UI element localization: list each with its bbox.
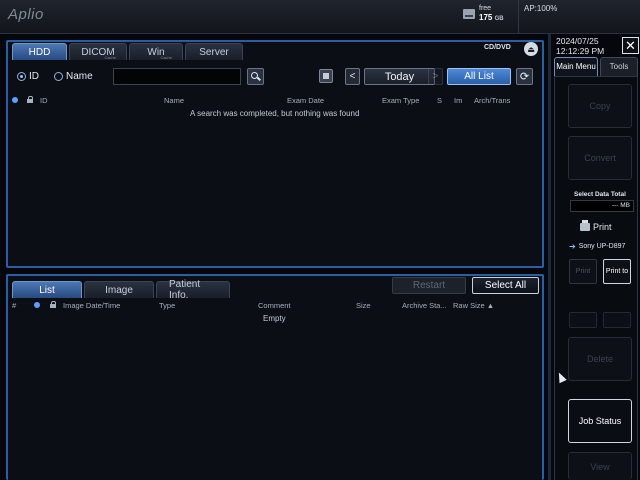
- stop-icon: [323, 73, 329, 79]
- col-id[interactable]: ID: [40, 96, 48, 105]
- refresh-icon: ⟳: [519, 71, 530, 83]
- col-exam-date[interactable]: Exam Date: [287, 96, 324, 105]
- eject-icon[interactable]: ⏏: [524, 42, 538, 56]
- col-raw-size[interactable]: Raw Size ▲: [453, 301, 494, 310]
- printer-device[interactable]: ➔ Sony UP-D897: [569, 242, 625, 251]
- col-image-date-time[interactable]: Image Date/Time: [63, 301, 120, 310]
- top-bar: Aplio free 175 GB AP:100%: [0, 0, 640, 34]
- list-tabs: List Image Patient Info.: [12, 279, 232, 301]
- col-arch-trans[interactable]: Arch/Trans: [474, 96, 510, 105]
- search-button[interactable]: [247, 68, 264, 85]
- all-list-button[interactable]: All List: [447, 68, 511, 85]
- date-text: 2024/07/25: [556, 36, 599, 46]
- tab-win[interactable]: Win Cache: [129, 43, 183, 60]
- status-dot-icon: [34, 302, 40, 308]
- tab-dicom[interactable]: DICOM Cache: [69, 43, 127, 60]
- close-icon: ✕: [625, 37, 636, 53]
- patient-table-header: ID Name Exam Date Exam Type S Im Arch/Tr…: [12, 95, 540, 106]
- view-button[interactable]: View: [568, 452, 632, 480]
- side-separator: [548, 34, 551, 480]
- select-all-button[interactable]: Select All: [472, 277, 539, 294]
- image-table-header: # Image Date/Time Type Comment Size Arch…: [12, 300, 540, 311]
- next-date-button[interactable]: >: [428, 68, 443, 85]
- tab-server[interactable]: Server: [185, 43, 243, 60]
- radio-selected-icon: [17, 72, 26, 81]
- col-size[interactable]: Size: [356, 301, 371, 310]
- col-comment[interactable]: Comment: [258, 301, 291, 310]
- select-data-total-value: --- MB: [570, 200, 634, 212]
- brand-logo: Aplio: [8, 6, 44, 23]
- search-icon: [251, 72, 258, 79]
- storage-indicator: free 175 GB: [463, 4, 504, 24]
- source-tabs: HDD DICOM Cache Win Cache Server: [12, 43, 245, 60]
- radio-unselected-icon: [54, 72, 63, 81]
- lock-icon: [27, 96, 33, 103]
- col-im[interactable]: Im: [454, 96, 462, 105]
- small-action-button-1[interactable]: [569, 312, 597, 328]
- search-row: ID Name < Today > All List ⟳: [12, 67, 536, 87]
- col-number[interactable]: #: [12, 301, 16, 310]
- tab-hdd[interactable]: HDD: [12, 43, 67, 60]
- hard-drive-icon: [463, 9, 475, 19]
- small-action-button-2[interactable]: [603, 312, 631, 328]
- ap-indicator: AP:100%: [524, 4, 558, 13]
- top-divider: [518, 0, 519, 34]
- convert-button[interactable]: Convert: [568, 136, 632, 180]
- print-to-button[interactable]: Print to: [603, 259, 631, 284]
- search-result-message: A search was completed, but nothing was …: [190, 109, 360, 118]
- cd-dvd-label: CD/DVD: [484, 44, 511, 51]
- print-button[interactable]: Print: [569, 259, 597, 284]
- empty-message: Empty: [263, 314, 286, 323]
- job-status-button[interactable]: Job Status: [568, 399, 632, 443]
- stop-button[interactable]: [319, 69, 333, 83]
- today-button[interactable]: Today: [364, 68, 435, 85]
- prev-date-button[interactable]: <: [345, 68, 360, 85]
- delete-button[interactable]: Delete: [568, 337, 632, 381]
- time-text: 12:12:29 PM: [556, 46, 605, 56]
- col-type[interactable]: Type: [159, 301, 175, 310]
- col-exam-type[interactable]: Exam Type: [382, 96, 419, 105]
- print-label: Print: [580, 220, 612, 232]
- col-archive-status[interactable]: Archive Sta...: [402, 301, 447, 310]
- tab-patient-info[interactable]: Patient Info.: [156, 279, 230, 301]
- lock-icon: [50, 301, 56, 308]
- tab-main-menu[interactable]: Main Menu: [554, 57, 598, 76]
- storage-value: 175 GB: [479, 13, 504, 22]
- arrow-right-icon: ➔: [569, 242, 576, 251]
- search-input[interactable]: [113, 68, 241, 85]
- radio-name[interactable]: Name: [54, 71, 93, 82]
- printer-icon: [580, 220, 590, 231]
- copy-button[interactable]: Copy: [568, 84, 632, 128]
- col-name[interactable]: Name: [164, 96, 184, 105]
- col-s[interactable]: S: [437, 96, 442, 105]
- radio-id[interactable]: ID: [17, 71, 39, 82]
- tab-tools[interactable]: Tools: [600, 57, 638, 76]
- storage-label: free: [479, 5, 492, 12]
- tab-list[interactable]: List: [12, 281, 82, 298]
- tab-image[interactable]: Image: [84, 281, 154, 298]
- refresh-button[interactable]: ⟳: [516, 68, 533, 85]
- restart-button[interactable]: Restart: [392, 277, 466, 294]
- select-data-total-label: Select Data Total: [574, 191, 626, 198]
- status-dot-icon: [12, 97, 18, 103]
- close-button[interactable]: ✕: [622, 37, 639, 54]
- date-time: 2024/07/25 12:12:29 PM: [556, 36, 604, 56]
